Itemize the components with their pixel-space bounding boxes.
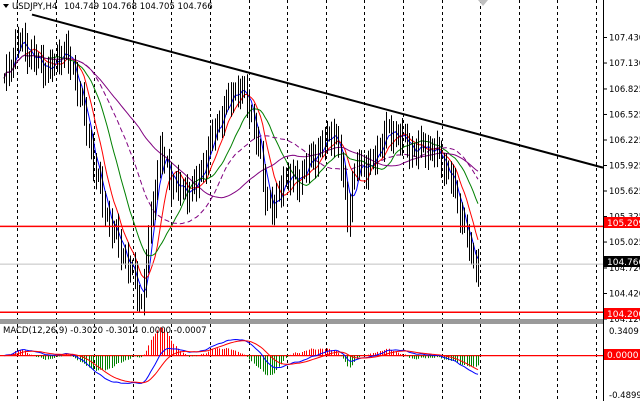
- macd-tick-label: -0.4899: [609, 391, 640, 401]
- price-tick-label: 105.925: [609, 162, 640, 172]
- price-tag-lower-text: 104.200: [607, 310, 640, 320]
- ohlc-label: 104.749 104.768 104.705 104.766: [64, 2, 213, 12]
- price-tag-current-text: 104.766: [607, 258, 640, 268]
- chart-stage: 107.430 107.130 106.825 106.525 106.225 105.9…: [0, 0, 640, 401]
- price-tag-upper-text: 105.209: [607, 219, 640, 229]
- symbol-label[interactable]: USDJPY,H4: [12, 2, 57, 12]
- price-tag-upper: 105.209: [604, 217, 640, 229]
- price-tick-label: 107.430: [609, 34, 640, 44]
- pane-separator[interactable]: [0, 319, 603, 324]
- price-tag-lower: 104.200: [604, 308, 640, 320]
- price-tick-label: 106.825: [609, 85, 640, 95]
- price-tick-label: 106.225: [609, 136, 640, 146]
- price-tick-label: 105.025: [609, 238, 640, 248]
- price-tick-label: 107.130: [609, 59, 640, 69]
- chart-background: [0, 0, 640, 401]
- price-tick-label: 105.625: [609, 187, 640, 197]
- macd-zero-tag-text: 0.0000: [607, 351, 639, 361]
- macd-label: MACD(12,26,9) -0.3020 -0.3014 0.0000 -0.…: [3, 326, 207, 336]
- price-tag-current: 104.766: [604, 256, 640, 268]
- price-tick-label: 106.525: [609, 110, 640, 120]
- price-tick-label: 104.420: [609, 289, 640, 299]
- macd-zero-tag: 0.0000: [604, 349, 640, 361]
- macd-tick-label: 0.3409: [609, 327, 639, 337]
